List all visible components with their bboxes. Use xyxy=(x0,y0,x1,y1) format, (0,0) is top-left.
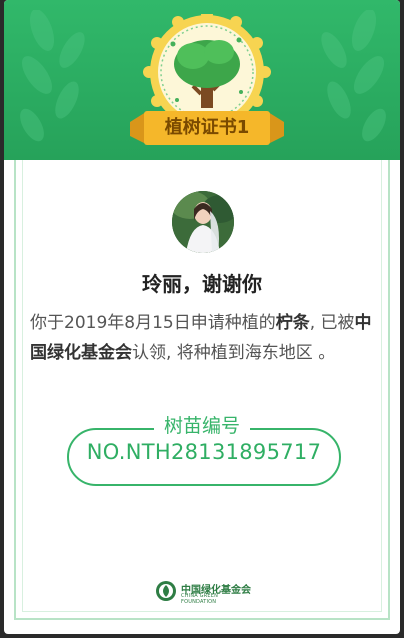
leaf-decoration-left-icon xyxy=(20,10,85,142)
species-name: 柠条 xyxy=(275,313,310,333)
badge-label: 植树证书1 xyxy=(164,117,250,138)
logo-english-text: CHINA GREEN FOUNDATION xyxy=(181,593,219,605)
certificate-badge: 植树证书1 xyxy=(122,14,292,154)
message-text-2: , 已被 xyxy=(309,313,355,333)
certificate-header: 植树证书1 xyxy=(4,0,400,160)
message-text-3: 认领, 将种植到海东地区 。 xyxy=(132,343,336,363)
seedling-code-label: 树苗编号 xyxy=(153,415,250,437)
certificate-message: 你于2019年8月15日申请种植的柠条, 已被中国绿化基金会认领, 将种植到海东… xyxy=(30,308,380,368)
message-text-1: 你于2019年8月15日申请种植的 xyxy=(30,313,276,333)
leaf-decoration-right-icon xyxy=(321,10,386,142)
foundation-emblem-icon xyxy=(156,581,176,601)
avatar-photo-icon xyxy=(172,191,234,253)
thank-you-heading: 玲丽，谢谢你 xyxy=(142,272,262,296)
seedling-code-title: 树苗编号 xyxy=(0,411,404,438)
user-avatar xyxy=(172,191,234,253)
seedling-code-value: NO.NTH28131895717 xyxy=(86,440,322,464)
foundation-logo: 中国绿化基金会 CHINA GREEN FOUNDATION xyxy=(155,578,255,605)
